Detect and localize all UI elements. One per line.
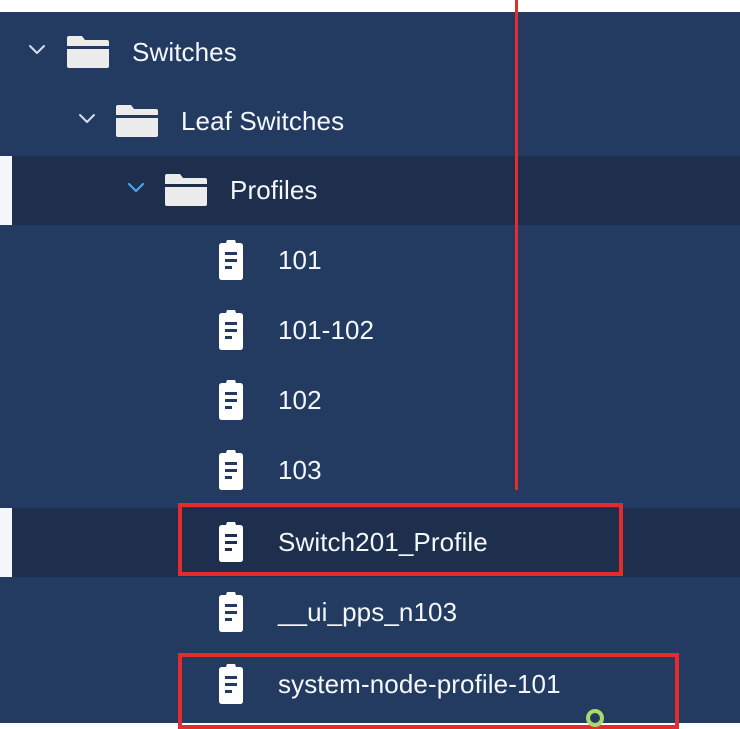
folder-icon [67,36,109,68]
tree-leaf-101-102[interactable]: 101-102 [0,296,740,365]
highlight-box-switch201-profile [178,503,623,576]
folder-icon [116,105,158,137]
tree-node-switches[interactable]: Switches [0,18,740,87]
tree-leaf-102[interactable]: 102 [0,366,740,435]
tree-node-label: Leaf Switches [181,106,345,136]
document-icon [219,450,243,490]
tree-leaf-101[interactable]: 101 [0,226,740,295]
tree-leaf-label: 103 [278,455,322,485]
document-icon [219,380,243,420]
selection-edge [0,156,12,225]
callout-line [515,0,518,490]
document-icon [219,592,243,632]
tree-node-profiles[interactable]: Profiles [0,156,740,225]
tree-node-label: Switches [132,37,237,67]
tree-node-label: Profiles [230,175,318,205]
chevron-down-icon[interactable] [127,178,145,196]
tree-leaf-label: 101-102 [278,315,375,345]
tree-leaf-label: 102 [278,385,322,415]
tree-leaf-ui-pps-n103[interactable]: __ui_pps_n103 [0,578,740,647]
status-indicator-icon [586,709,604,727]
tree-leaf-label: 101 [278,245,322,275]
tree-leaf-103[interactable]: 103 [0,436,740,505]
tree-leaf-label: __ui_pps_n103 [278,597,458,627]
document-icon [219,240,243,280]
document-icon [219,310,243,350]
selection-edge [0,508,12,577]
top-edge-strip [0,0,740,12]
folder-icon [165,174,207,206]
chevron-down-icon[interactable] [78,109,96,127]
tree-node-leaf-switches[interactable]: Leaf Switches [0,87,740,156]
chevron-down-icon[interactable] [28,40,46,58]
navigation-tree: Switches Leaf Switches Profiles 101 101-… [0,0,740,729]
